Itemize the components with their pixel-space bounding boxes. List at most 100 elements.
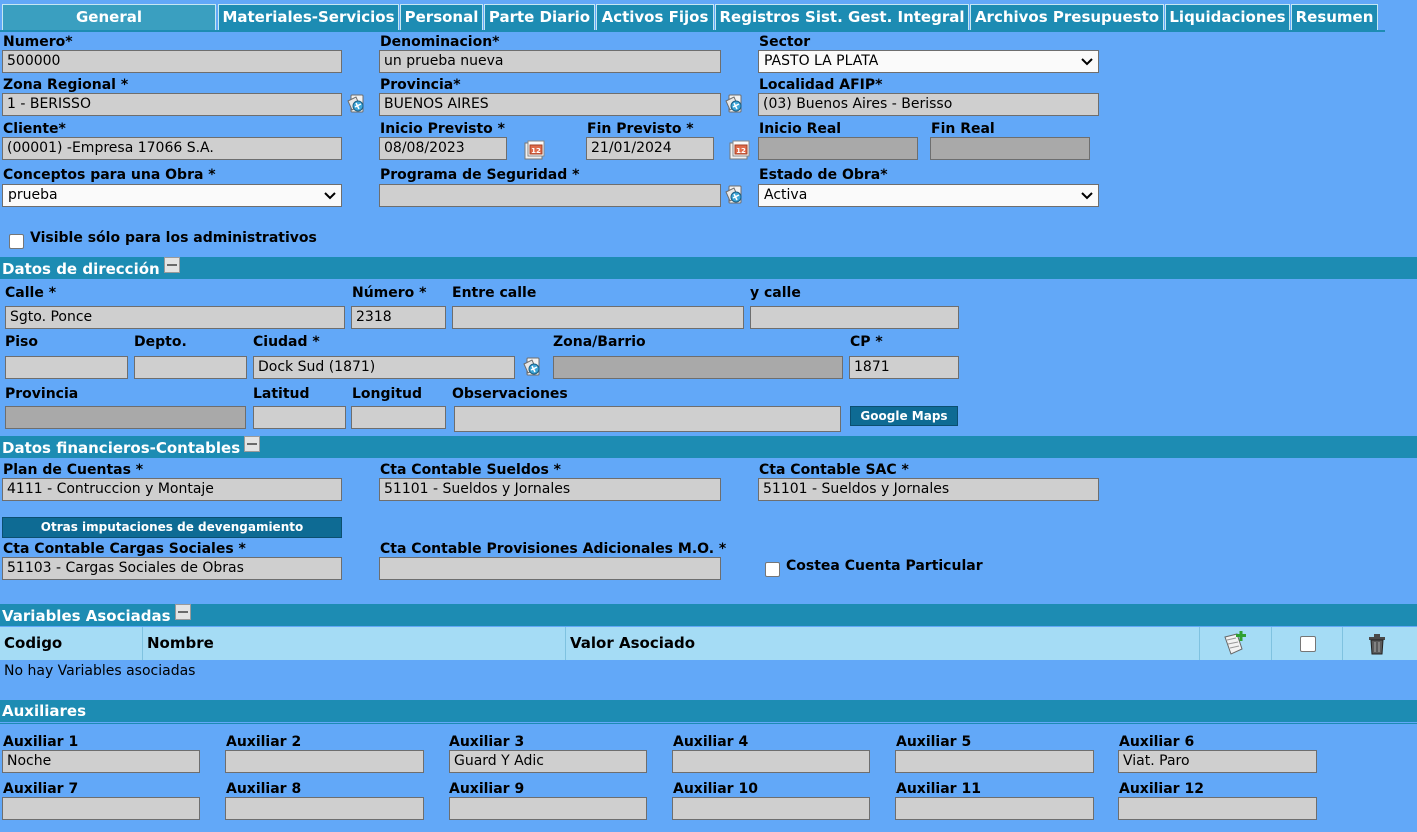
cta-sac-input[interactable]: 51101 - Sueldos y Jornales (758, 478, 1099, 501)
inicio-real-input (758, 137, 918, 160)
piso-label: Piso (5, 334, 39, 350)
cliente-input[interactable]: (00001) -Empresa 17066 S.A. (2, 137, 342, 160)
auxiliar-1-label: Auxiliar 1 (3, 734, 79, 750)
collapse-icon[interactable] (174, 604, 191, 620)
y-calle-input[interactable] (750, 306, 959, 329)
auxiliar-7-input[interactable] (2, 797, 200, 820)
latitud-input[interactable] (253, 406, 346, 429)
cp-input[interactable]: 1871 (849, 356, 959, 379)
provincia-label: Provincia* (380, 77, 461, 93)
auxiliar-2-label: Auxiliar 2 (226, 734, 302, 750)
localidad-input[interactable]: (03) Buenos Aires - Berisso (758, 93, 1099, 116)
provincia-input[interactable]: BUENOS AIRES (379, 93, 721, 116)
ciudad-input[interactable]: Dock Sud (1871) (253, 356, 515, 379)
provincia-dir-input (5, 406, 246, 429)
entre-calle-input[interactable] (452, 306, 744, 329)
zona-regional-label: Zona Regional * (3, 77, 129, 93)
auxiliar-5-input[interactable] (895, 750, 1094, 773)
ciudad-label: Ciudad * (253, 334, 320, 350)
tab-registros-sgi[interactable]: Registros Sist. Gest. Integral (715, 4, 969, 30)
conceptos-label: Conceptos para una Obra * (3, 167, 216, 183)
tab-personal[interactable]: Personal (400, 4, 483, 30)
auxiliar-3-input[interactable]: Guard Y Adic (449, 750, 647, 773)
auxiliar-8-input[interactable] (225, 797, 424, 820)
tab-parte-diario[interactable]: Parte Diario (484, 4, 595, 30)
provisiones-input[interactable] (379, 557, 721, 580)
zona-lookup-icon[interactable] (345, 93, 369, 117)
auxiliar-10-input[interactable] (672, 797, 870, 820)
sector-select[interactable]: PASTO LA PLATA (758, 50, 1099, 73)
longitud-input[interactable] (351, 406, 446, 429)
programa-seguridad-input[interactable] (379, 184, 721, 207)
auxiliar-12-label: Auxiliar 12 (1119, 781, 1204, 797)
collapse-icon[interactable] (244, 436, 261, 452)
col-valor-asociado: Valor Asociado (566, 627, 1200, 660)
select-all-checkbox[interactable] (1300, 636, 1316, 652)
numero-dir-input[interactable]: 2318 (351, 306, 446, 329)
auxiliar-12-input[interactable] (1118, 797, 1317, 820)
col-add (1200, 627, 1272, 660)
cta-sueldos-input[interactable]: 51101 - Sueldos y Jornales (379, 478, 721, 501)
visible-admin-checkbox[interactable] (9, 234, 24, 249)
programa-seguridad-label: Programa de Seguridad * (380, 167, 580, 183)
otras-imputaciones-button[interactable]: Otras imputaciones de devengamiento (2, 517, 342, 538)
tab-liquidaciones[interactable]: Liquidaciones (1165, 4, 1290, 30)
estado-obra-select[interactable]: Activa (758, 184, 1099, 207)
tab-bar: General Materiales-Servicios Personal Pa… (0, 0, 1417, 32)
auxiliar-2-input[interactable] (225, 750, 424, 773)
tab-resumen[interactable]: Resumen (1291, 4, 1378, 30)
chevron-down-icon (324, 192, 336, 199)
programa-lookup-icon[interactable] (723, 184, 747, 208)
depto-label: Depto. (134, 334, 187, 350)
costea-checkbox[interactable] (765, 562, 780, 577)
auxiliar-3-label: Auxiliar 3 (449, 734, 525, 750)
plan-cuentas-input[interactable]: 4111 - Contruccion y Montaje (2, 478, 342, 501)
tab-archivos-presupuesto[interactable]: Archivos Presupuesto (970, 4, 1164, 30)
variables-title: Variables Asociadas (2, 607, 171, 625)
auxiliar-11-input[interactable] (895, 797, 1094, 820)
direccion-title: Datos de dirección (2, 260, 160, 278)
auxiliar-4-input[interactable] (672, 750, 870, 773)
tab-underline (0, 30, 1385, 32)
latitud-label: Latitud (253, 386, 310, 402)
financiero-title: Datos financieros-Contables (2, 439, 241, 457)
numero-input[interactable]: 500000 (2, 50, 342, 73)
direccion-section-header: Datos de dirección (0, 257, 1417, 279)
ciudad-lookup-icon[interactable] (521, 356, 545, 380)
google-maps-button[interactable]: Google Maps (850, 406, 958, 426)
auxiliar-9-input[interactable] (449, 797, 647, 820)
zona-regional-input[interactable]: 1 - BERISSO (2, 93, 342, 116)
fin-previsto-input[interactable]: 21/01/2024 (586, 137, 714, 160)
auxiliares-title: Auxiliares (2, 702, 87, 720)
fin-real-label: Fin Real (931, 121, 995, 137)
col-select-all (1272, 627, 1343, 660)
cargas-sociales-input[interactable]: 51103 - Cargas Sociales de Obras (2, 557, 342, 580)
conceptos-select[interactable]: prueba (2, 184, 342, 207)
auxiliar-6-input[interactable]: Viat. Paro (1118, 750, 1317, 773)
auxiliar-1-input[interactable]: Noche (2, 750, 200, 773)
tab-general[interactable]: General (2, 4, 216, 30)
entre-calle-label: Entre calle (452, 285, 537, 301)
tab-materiales-servicios[interactable]: Materiales-Servicios (218, 4, 399, 30)
tab-activos-fijos[interactable]: Activos Fijos (596, 4, 714, 30)
zona-barrio-label: Zona/Barrio (553, 334, 646, 350)
inicio-calendar-icon[interactable] (522, 138, 546, 162)
calle-input[interactable]: Sgto. Ponce (5, 306, 345, 329)
denominacion-input[interactable]: un prueba nueva (379, 50, 721, 73)
chevron-down-icon (1081, 58, 1093, 65)
calle-label: Calle * (5, 285, 57, 301)
add-icon[interactable] (1222, 631, 1248, 657)
trash-icon[interactable] (1365, 632, 1389, 656)
fin-calendar-icon[interactable] (727, 138, 751, 162)
auxiliares-section-header: Auxiliares (0, 700, 1417, 722)
plan-cuentas-label: Plan de Cuentas * (3, 462, 144, 478)
collapse-icon[interactable] (163, 257, 180, 273)
cta-sac-label: Cta Contable SAC * (759, 462, 909, 478)
auxiliar-11-label: Auxiliar 11 (896, 781, 981, 797)
depto-input[interactable] (134, 356, 247, 379)
observaciones-textarea[interactable] (454, 406, 841, 432)
piso-input[interactable] (5, 356, 128, 379)
auxiliar-4-label: Auxiliar 4 (673, 734, 749, 750)
provincia-lookup-icon[interactable] (723, 93, 747, 117)
inicio-previsto-input[interactable]: 08/08/2023 (379, 137, 507, 160)
